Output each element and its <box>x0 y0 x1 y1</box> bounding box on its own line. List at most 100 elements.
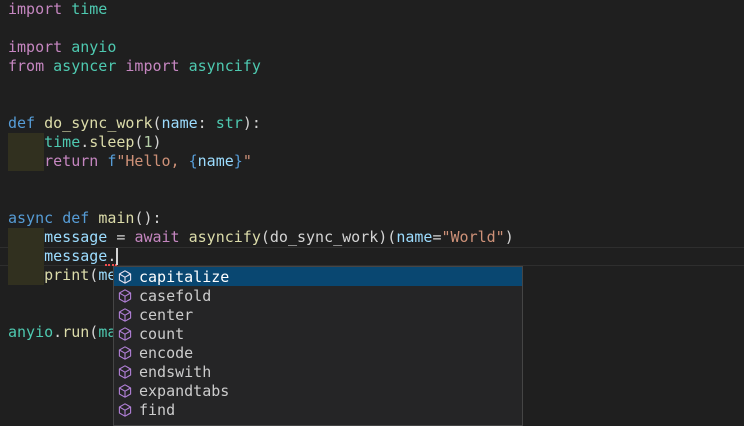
code-token: (): <box>134 209 161 227</box>
code-token: import <box>8 0 62 18</box>
code-line[interactable] <box>0 95 744 114</box>
code-line[interactable]: message = await asyncify(do_sync_work)(n… <box>0 228 744 247</box>
suggest-item-capitalize[interactable]: capitalize <box>114 267 522 286</box>
suggest-item-expandtabs[interactable]: expandtabs <box>114 381 522 400</box>
code-token: ( <box>89 323 98 341</box>
method-icon <box>117 269 133 285</box>
code-token <box>8 228 44 246</box>
code-token: asyncify <box>189 57 261 75</box>
code-token: "Hello, <box>116 152 188 170</box>
code-token: def <box>62 209 89 227</box>
code-token: " <box>243 152 252 170</box>
code-line[interactable] <box>0 190 744 209</box>
code-line[interactable]: import anyio <box>0 38 744 57</box>
code-token: "World" <box>442 228 505 246</box>
code-token: name <box>162 114 198 132</box>
code-token: anyio <box>71 38 116 56</box>
code-token: . <box>53 323 62 341</box>
code-token: from <box>8 57 44 75</box>
code-token: return <box>44 152 98 170</box>
code-token <box>44 57 53 75</box>
code-token <box>89 209 98 227</box>
code-token <box>180 57 189 75</box>
code-token: { <box>189 152 198 170</box>
code-token <box>35 114 44 132</box>
code-token <box>8 266 44 284</box>
suggest-item-label: capitalize <box>139 268 229 286</box>
code-token: ( <box>153 114 162 132</box>
code-token: = <box>432 228 441 246</box>
code-token: sleep <box>89 133 134 151</box>
code-line[interactable] <box>0 76 744 95</box>
method-icon <box>117 402 133 418</box>
code-token: asyncer <box>53 57 116 75</box>
code-line[interactable]: from asyncer import asyncify <box>0 57 744 76</box>
code-token <box>8 247 44 265</box>
code-token: time <box>44 133 80 151</box>
code-token: time <box>71 0 107 18</box>
suggest-item-center[interactable]: center <box>114 305 522 324</box>
method-icon <box>117 364 133 380</box>
suggest-item-label: center <box>139 306 193 324</box>
suggest-item-count[interactable]: count <box>114 324 522 343</box>
code-token: asyncify <box>189 228 261 246</box>
code-line[interactable]: return f"Hello, {name}" <box>0 152 744 171</box>
code-token: message <box>44 247 107 265</box>
code-token <box>62 38 71 56</box>
code-token: message <box>44 228 107 246</box>
code-line[interactable]: import time <box>0 0 744 19</box>
code-token: do_sync_work <box>44 114 152 132</box>
code-token <box>8 152 44 170</box>
code-token <box>98 152 107 170</box>
code-token: import <box>8 38 62 56</box>
code-line[interactable] <box>0 171 744 190</box>
code-line[interactable]: time.sleep(1) <box>0 133 744 152</box>
code-token: await <box>134 228 179 246</box>
code-token: name <box>396 228 432 246</box>
code-token: print <box>44 266 89 284</box>
code-token <box>62 0 71 18</box>
code-token: anyio <box>8 323 53 341</box>
code-token: } <box>234 152 243 170</box>
code-token: ): <box>243 114 261 132</box>
text-cursor <box>116 248 118 265</box>
suggest-item-label: endswith <box>139 363 211 381</box>
code-token: . <box>80 133 89 151</box>
suggest-item-endswith[interactable]: endswith <box>114 362 522 381</box>
method-icon <box>117 326 133 342</box>
suggest-item-label: encode <box>139 344 193 362</box>
code-token <box>53 209 62 227</box>
code-token: : <box>198 114 216 132</box>
code-token <box>8 133 44 151</box>
code-token <box>180 228 189 246</box>
method-icon <box>117 307 133 323</box>
code-line[interactable]: async def main(): <box>0 209 744 228</box>
code-token: )( <box>378 228 396 246</box>
suggest-item-casefold[interactable]: casefold <box>114 286 522 305</box>
suggest-item-label: find <box>139 401 175 419</box>
code-token: do_sync_work <box>270 228 378 246</box>
code-token: str <box>216 114 243 132</box>
code-token: async <box>8 209 53 227</box>
method-icon <box>117 345 133 361</box>
code-token: main <box>98 209 134 227</box>
code-token: import <box>125 57 179 75</box>
code-line[interactable] <box>0 19 744 38</box>
method-icon <box>117 288 133 304</box>
suggest-item-find[interactable]: find <box>114 400 522 419</box>
code-token: ) <box>505 228 514 246</box>
code-token: ) <box>153 133 162 151</box>
suggest-item-encode[interactable]: encode <box>114 343 522 362</box>
code-token: run <box>62 323 89 341</box>
code-token: name <box>198 152 234 170</box>
code-line-current[interactable]: message. <box>0 247 744 266</box>
code-token: = <box>107 228 134 246</box>
suggest-item-label: casefold <box>139 287 211 305</box>
code-line[interactable]: def do_sync_work(name: str): <box>0 114 744 133</box>
code-token: ( <box>89 266 98 284</box>
method-icon <box>117 383 133 399</box>
suggest-item-label: expandtabs <box>139 382 229 400</box>
code-token: def <box>8 114 35 132</box>
code-token: ( <box>261 228 270 246</box>
suggest-item-label: count <box>139 325 184 343</box>
